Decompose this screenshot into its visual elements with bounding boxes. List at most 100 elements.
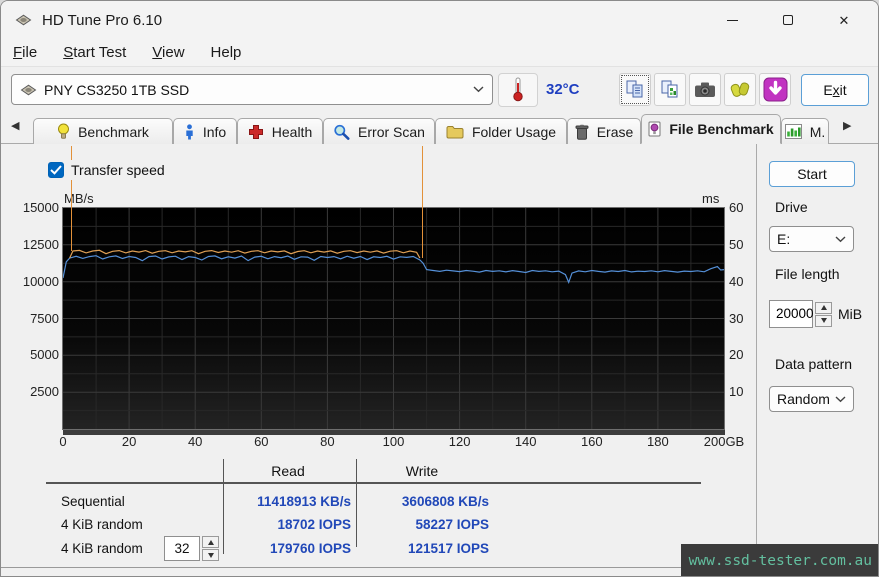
queue-depth-up-button[interactable] — [202, 536, 219, 548]
minimize-button[interactable] — [704, 1, 760, 39]
x-axis-tick: 120 — [428, 434, 492, 449]
menu-help[interactable]: Help — [211, 44, 242, 61]
file-length-up-button[interactable] — [815, 302, 832, 314]
tab-health[interactable]: Health — [237, 118, 323, 144]
copy-icon — [624, 79, 646, 101]
result-write-value: 58227 IOPS — [358, 517, 489, 532]
tab-file-benchmark[interactable]: File Benchmark — [641, 114, 781, 144]
result-read-value: 18702 IOPS — [225, 517, 351, 532]
x-axis-tick: 40 — [163, 434, 227, 449]
maximize-button[interactable] — [760, 1, 816, 39]
tab-scroll-left-button[interactable]: ◀ — [11, 121, 19, 132]
maximize-icon — [783, 15, 793, 25]
info-icon — [184, 124, 195, 140]
menu-bar: File Start Test View Help — [1, 39, 878, 67]
x-axis-tick: 140 — [494, 434, 558, 449]
tab-label: Health — [272, 124, 312, 140]
table-column-divider — [356, 459, 357, 547]
left-axis-tick: 7500 — [11, 311, 59, 326]
x-axis-tick: 60 — [229, 434, 293, 449]
export-button[interactable] — [724, 73, 756, 106]
disk-icon — [20, 83, 37, 97]
left-axis-unit: MB/s — [64, 191, 94, 206]
drive-selector[interactable]: PNY CS3250 1TB SSD — [11, 74, 493, 105]
tab-error-scan[interactable]: Error Scan — [323, 118, 435, 144]
menu-file[interactable]: File — [13, 44, 37, 61]
transfer-speed-checkbox[interactable]: Transfer speed — [48, 160, 171, 180]
queue-depth-input[interactable]: 32 — [164, 536, 200, 561]
left-axis-tick: 12500 — [11, 237, 59, 252]
right-axis-tick: 10 — [729, 384, 743, 399]
x-axis-tick: 20 — [97, 434, 161, 449]
x-axis-tick: 200GB — [692, 434, 756, 449]
tab-label: Erase — [597, 124, 634, 140]
temperature-value: 32°C — [546, 81, 580, 98]
transfer-speed-label: Transfer speed — [71, 162, 165, 178]
drive-dropdown[interactable]: E: — [769, 226, 854, 252]
menu-view[interactable]: View — [152, 44, 184, 61]
tab-bar: ◀ Benchmark Info Health Error Scan Folder Us… — [1, 114, 878, 144]
toolbar: PNY CS3250 1TB SSD 32°C Exit — [1, 68, 878, 114]
chevron-down-icon — [835, 396, 846, 403]
tab-erase[interactable]: Erase — [567, 118, 641, 144]
queue-depth-down-button[interactable] — [202, 549, 219, 561]
start-button[interactable]: Start — [769, 161, 855, 187]
health-icon — [248, 124, 264, 140]
watermark: www.ssd-tester.com.au — [681, 544, 879, 577]
tab-folder-usage[interactable]: Folder Usage — [435, 118, 567, 144]
save-download-button[interactable] — [759, 73, 791, 106]
left-axis-tick: 2500 — [11, 384, 59, 399]
copy-image-button[interactable] — [654, 73, 686, 106]
left-axis-tick: 15000 — [11, 200, 59, 215]
tab-m-[interactable]: M. — [781, 118, 829, 144]
file-bulb-icon — [648, 121, 661, 137]
down-arrow-icon — [821, 318, 827, 323]
tab-label: Error Scan — [358, 124, 425, 140]
menu-start-test[interactable]: Start Test — [63, 44, 126, 61]
up-arrow-icon — [208, 540, 214, 545]
file-length-label: File length — [775, 266, 840, 282]
toolbar-buttons — [619, 73, 791, 106]
save-download-icon — [763, 77, 788, 102]
result-read-value: 179760 IOPS — [225, 541, 351, 556]
data-pattern-label: Data pattern — [775, 356, 852, 372]
file-benchmark-panel: Transfer speed MB/s ms 15000 12500 10000 75… — [1, 144, 878, 576]
queue-depth-stepper[interactable]: 32 — [164, 536, 219, 561]
tab-scroll-right-button[interactable]: ▶ — [843, 121, 851, 132]
tab-label: Info — [203, 124, 226, 140]
close-icon: ✕ — [839, 14, 850, 27]
copy-button[interactable] — [619, 73, 651, 106]
x-axis-tick: 160 — [560, 434, 624, 449]
window-controls: ✕ — [704, 1, 872, 39]
left-axis-tick: 5000 — [11, 347, 59, 362]
tab-info[interactable]: Info — [173, 118, 237, 144]
data-pattern-dropdown[interactable]: Random — [769, 386, 854, 412]
result-row-label: 4 KiB random — [61, 517, 143, 532]
result-row-label: 4 KiB random — [61, 541, 143, 556]
data-pattern-value: Random — [777, 391, 831, 407]
x-axis-tick: 0 — [31, 434, 95, 449]
file-length-input[interactable]: 20000 — [769, 300, 813, 328]
write-column-header: Write — [356, 463, 488, 479]
drive-dropdown-value: E: — [777, 231, 831, 247]
exit-button[interactable]: Exit — [801, 74, 869, 106]
result-write-value: 121517 IOPS — [358, 541, 489, 556]
results-table: ReadWriteSequential11418913 KB/s3606808 … — [1, 456, 756, 568]
right-axis-unit: ms — [702, 191, 719, 206]
file-length-down-button[interactable] — [815, 315, 832, 327]
right-axis-tick: 20 — [729, 347, 743, 362]
left-axis-tick: 10000 — [11, 274, 59, 289]
checkbox-checked-icon — [48, 162, 64, 178]
close-button[interactable]: ✕ — [816, 1, 872, 39]
folder-icon — [446, 125, 464, 139]
screenshot-button[interactable] — [689, 73, 721, 106]
tab-benchmark[interactable]: Benchmark — [33, 118, 173, 144]
chevron-down-icon — [473, 86, 484, 93]
tab-label: M. — [810, 124, 826, 140]
x-axis-tick: 80 — [295, 434, 359, 449]
x-axis-tick: 180 — [626, 434, 690, 449]
bulb-icon — [57, 123, 70, 140]
tab-label: Folder Usage — [472, 124, 556, 140]
minimize-icon — [727, 20, 738, 21]
temperature-button[interactable] — [498, 73, 538, 107]
